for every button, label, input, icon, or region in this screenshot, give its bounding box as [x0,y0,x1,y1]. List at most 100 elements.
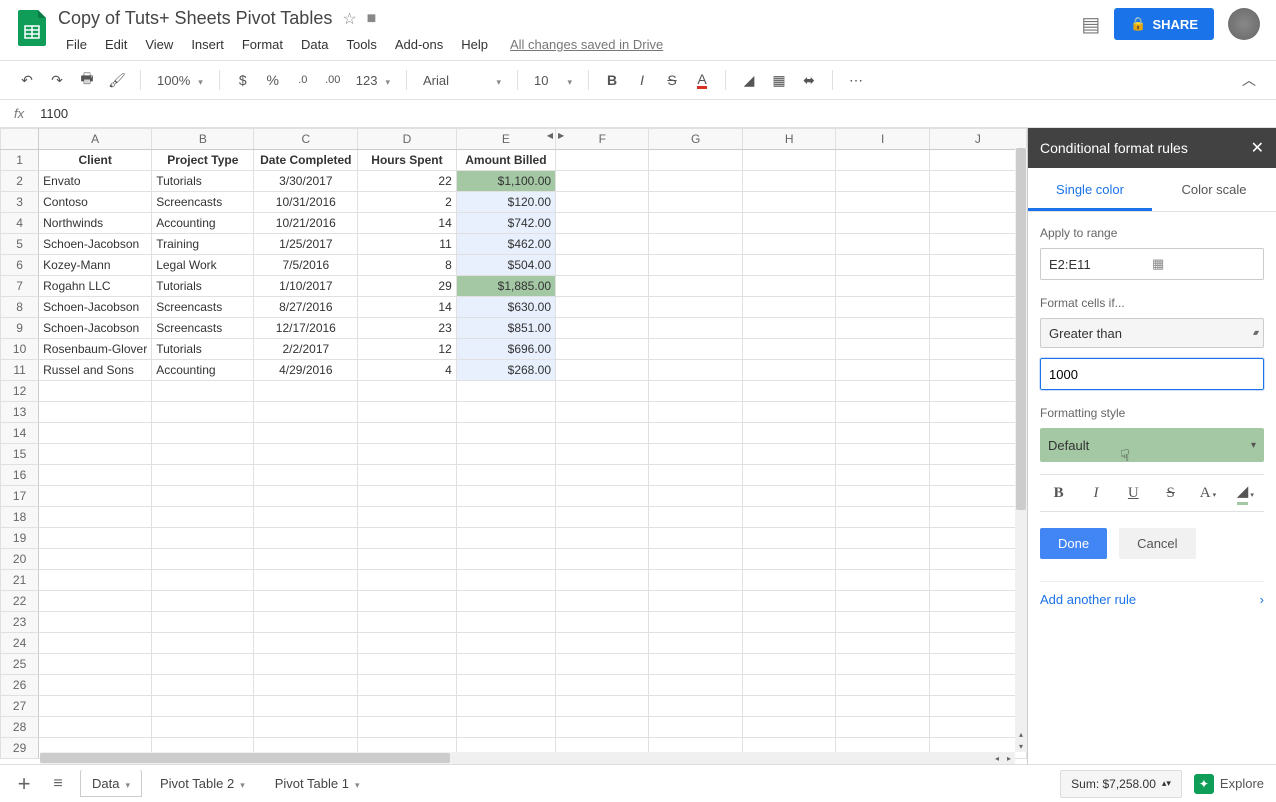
star-icon[interactable]: ☆ [342,9,356,29]
cell-E14[interactable] [456,423,555,444]
cell-C18[interactable] [254,507,358,528]
cell-C7[interactable]: 1/10/2017 [254,276,358,297]
cell-I24[interactable] [836,633,929,654]
cell-F6[interactable] [556,255,649,276]
comments-icon[interactable]: ▤ [1081,12,1100,37]
menu-edit[interactable]: Edit [97,33,135,56]
cell-I28[interactable] [836,717,929,738]
cell-B2[interactable]: Tutorials [152,171,254,192]
cell-C27[interactable] [254,696,358,717]
cell-D21[interactable] [358,570,457,591]
cell-D24[interactable] [358,633,457,654]
explore-button[interactable]: ✦ Explore [1194,774,1264,794]
sheet-tab-data[interactable]: Data [80,770,142,797]
cell-C4[interactable]: 10/21/2016 [254,213,358,234]
cell-G8[interactable] [649,297,743,318]
cell-D4[interactable]: 14 [358,213,457,234]
row-header-2[interactable]: 2 [1,171,39,192]
row-header-22[interactable]: 22 [1,591,39,612]
cell-E19[interactable] [456,528,555,549]
style-text-color-button[interactable]: A [1189,475,1226,511]
cell-F28[interactable] [556,717,649,738]
cell-D28[interactable] [358,717,457,738]
cell-F14[interactable] [556,423,649,444]
done-button[interactable]: Done [1040,528,1107,559]
cell-G26[interactable] [649,675,743,696]
row-header-14[interactable]: 14 [1,423,39,444]
cell-B18[interactable] [152,507,254,528]
cell-J25[interactable] [929,654,1026,675]
cell-I7[interactable] [836,276,929,297]
cell-C17[interactable] [254,486,358,507]
cell-B16[interactable] [152,465,254,486]
cell-B20[interactable] [152,549,254,570]
borders-button[interactable]: ▦ [766,67,792,93]
cell-G24[interactable] [649,633,743,654]
cell-J14[interactable] [929,423,1026,444]
cell-E25[interactable] [456,654,555,675]
italic-button[interactable]: I [629,67,655,93]
quicksum-display[interactable]: Sum: $7,258.00▴▾ [1060,770,1182,798]
cell-I3[interactable] [836,192,929,213]
cell-H13[interactable] [742,402,835,423]
row-header-23[interactable]: 23 [1,612,39,633]
cell-I12[interactable] [836,381,929,402]
cell-A3[interactable]: Contoso [39,192,152,213]
cell-G25[interactable] [649,654,743,675]
cell-D9[interactable]: 23 [358,318,457,339]
cell-I19[interactable] [836,528,929,549]
cell-G17[interactable] [649,486,743,507]
cell-E3[interactable]: $120.00 [456,192,555,213]
cell-B5[interactable]: Training [152,234,254,255]
cell-F16[interactable] [556,465,649,486]
tab-single-color[interactable]: Single color [1028,168,1152,211]
cell-A8[interactable]: Schoen-Jacobson [39,297,152,318]
row-header-12[interactable]: 12 [1,381,39,402]
cell-A4[interactable]: Northwinds [39,213,152,234]
cell-G3[interactable] [649,192,743,213]
cell-D17[interactable] [358,486,457,507]
cell-D8[interactable]: 14 [358,297,457,318]
row-header-10[interactable]: 10 [1,339,39,360]
paint-format-button[interactable]: 🖌 [104,67,130,93]
column-header-B[interactable]: B [152,129,254,150]
cell-D14[interactable] [358,423,457,444]
cell-E15[interactable] [456,444,555,465]
cell-D15[interactable] [358,444,457,465]
row-header-25[interactable]: 25 [1,654,39,675]
row-header-21[interactable]: 21 [1,570,39,591]
cell-F25[interactable] [556,654,649,675]
cell-B1[interactable]: Project Type [152,150,254,171]
cell-I8[interactable] [836,297,929,318]
cell-I22[interactable] [836,591,929,612]
cell-F5[interactable] [556,234,649,255]
cell-D5[interactable]: 11 [358,234,457,255]
cell-A10[interactable]: Rosenbaum-Glover [39,339,152,360]
cell-G13[interactable] [649,402,743,423]
cell-B23[interactable] [152,612,254,633]
sheet-tab-pivot-table-2[interactable]: Pivot Table 2 [148,770,257,797]
cell-D26[interactable] [358,675,457,696]
close-icon[interactable]: ✕ [1251,138,1264,158]
cell-J4[interactable] [929,213,1026,234]
avatar[interactable] [1228,8,1260,40]
cell-F18[interactable] [556,507,649,528]
cell-E17[interactable] [456,486,555,507]
cell-E5[interactable]: $462.00 [456,234,555,255]
cell-H3[interactable] [742,192,835,213]
cell-F20[interactable] [556,549,649,570]
cell-C25[interactable] [254,654,358,675]
tab-color-scale[interactable]: Color scale [1152,168,1276,211]
cell-C12[interactable] [254,381,358,402]
vertical-scrollbar[interactable]: ▴ ▾ [1015,148,1027,752]
condition-value-input[interactable] [1040,358,1264,390]
column-header-F[interactable]: F▶ [556,129,649,150]
print-button[interactable]: 🖶 [74,67,100,93]
cell-J11[interactable] [929,360,1026,381]
cell-D23[interactable] [358,612,457,633]
cell-E11[interactable]: $268.00 [456,360,555,381]
cell-E26[interactable] [456,675,555,696]
add-another-rule-button[interactable]: Add another rule › [1040,581,1264,617]
column-header-C[interactable]: C [254,129,358,150]
horizontal-scrollbar[interactable]: ◂ ▸ [40,752,1015,764]
